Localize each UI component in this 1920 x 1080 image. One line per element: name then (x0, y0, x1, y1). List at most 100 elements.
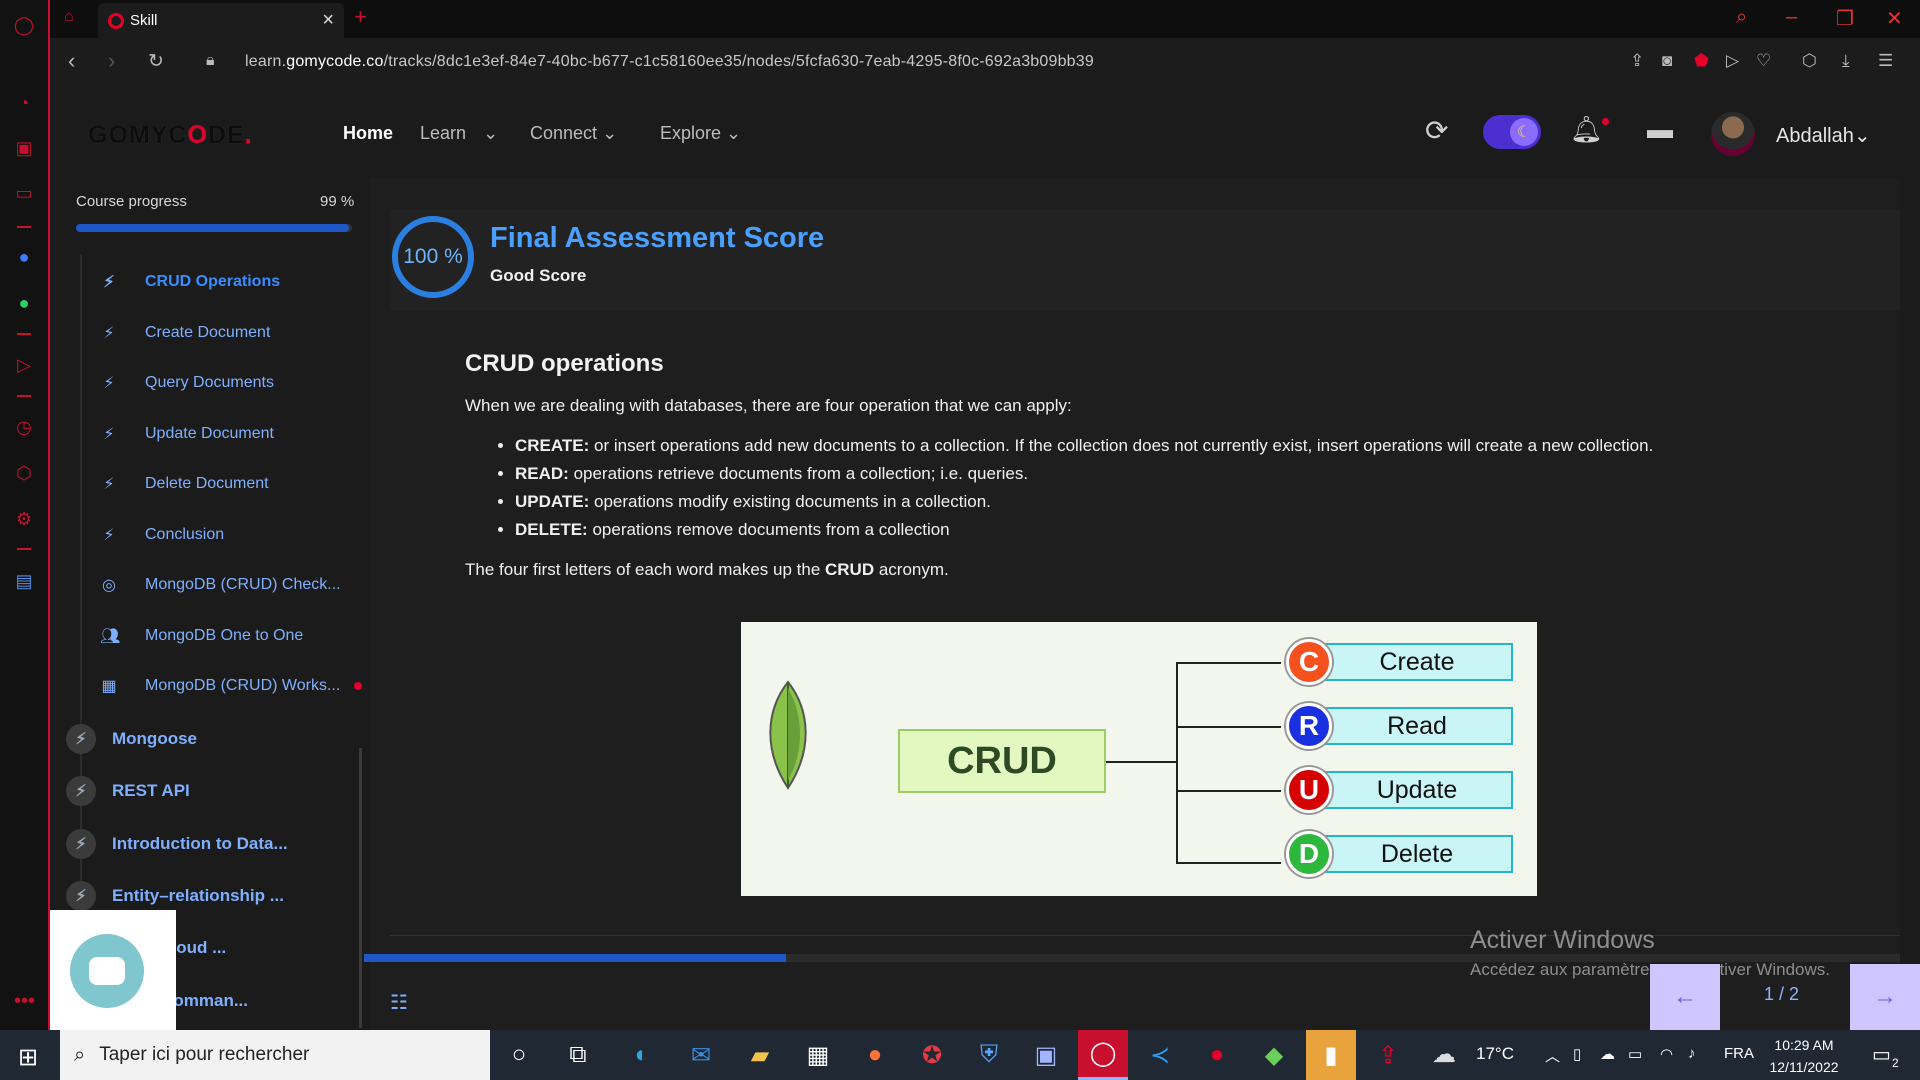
op-read-box: Read (1321, 707, 1513, 745)
dark-mode-toggle[interactable]: ☾ (1483, 115, 1541, 149)
cortana-icon[interactable]: ○ (494, 1030, 544, 1080)
url-field[interactable]: learn.gomycode.co/tracks/8dc1e3ef-84e7-4… (245, 53, 1094, 71)
language-indicator[interactable]: FRA (1724, 1045, 1754, 1062)
weather-cloud-icon[interactable]: ☁ (1432, 1040, 1456, 1069)
back-icon[interactable]: ‹ (68, 48, 75, 74)
bell-icon[interactable]: 🔔︎ (1570, 114, 1603, 145)
minimize-icon[interactable]: – (1786, 6, 1797, 29)
camera-icon[interactable]: ◙ (1662, 51, 1672, 71)
lesson-query-documents[interactable]: ⚡︎ Query Documents (100, 368, 274, 398)
user-menu[interactable]: Abdallah⌄ (1776, 123, 1871, 148)
close-window-icon[interactable]: ✕ (1886, 6, 1903, 31)
module-entity-relationship[interactable]: ⚡︎ Entity–relationship ... (66, 878, 284, 914)
nav-learn[interactable]: Learn ⌄ (420, 123, 498, 144)
module-rest-api[interactable]: ⚡︎ REST API (66, 773, 190, 809)
translate-icon[interactable]: ▤ (11, 568, 37, 594)
chat-launcher-button[interactable] (70, 934, 144, 1008)
forward-icon[interactable]: › (108, 48, 115, 74)
sidebar-scrollbar[interactable] (359, 748, 362, 1028)
adblock-icon[interactable]: ⬟ (1694, 51, 1709, 71)
score-subtitle: Good Score (490, 266, 587, 285)
nav-explore[interactable]: Explore ⌄ (660, 123, 741, 144)
outline-list-icon[interactable]: ☷ (390, 990, 408, 1015)
chat-icon[interactable]: ▬ (1647, 114, 1673, 145)
extensions-icon[interactable]: ⬡ (1802, 51, 1817, 71)
opera-taskbar-icon[interactable]: ◯ (1078, 1030, 1128, 1080)
avatar[interactable] (1711, 112, 1755, 156)
lesson-conclusion[interactable]: ⚡︎ Conclusion (100, 520, 224, 550)
module-introduction-to-data[interactable]: ⚡︎ Introduction to Data... (66, 826, 288, 862)
firefox-icon[interactable]: ● (850, 1030, 900, 1080)
content-progress-fill (364, 954, 787, 962)
module-mongoose[interactable]: ⚡︎ Mongoose (66, 721, 197, 757)
file-explorer-icon[interactable]: ▰ (735, 1030, 785, 1080)
op-create-circle: C (1286, 639, 1332, 685)
menu-icon[interactable]: ☰ (1878, 51, 1893, 71)
lesson-delete-document[interactable]: ⚡︎ Delete Document (100, 469, 268, 499)
player-icon[interactable]: ▷ (11, 352, 37, 378)
git-icon[interactable]: ◆ (1249, 1030, 1299, 1080)
opera-icon[interactable]: ● (1192, 1030, 1242, 1080)
lesson-crud-workshop[interactable]: ▦ MongoDB (CRUD) Works... (100, 671, 363, 701)
settings-icon[interactable]: ⚙ (11, 506, 37, 532)
messenger-icon[interactable]: ● (11, 244, 37, 270)
upload-app-icon[interactable]: ⇪ (1363, 1030, 1413, 1080)
history-icon[interactable]: ◷ (11, 414, 37, 440)
cube-icon[interactable]: ⬡ (11, 460, 37, 486)
store-icon[interactable]: ▦ (793, 1030, 843, 1080)
nav-home[interactable]: Home (343, 123, 393, 144)
page-indicator: 1 / 2 (1764, 984, 1800, 1004)
shield-app-icon[interactable]: ⛨ (964, 1030, 1014, 1080)
translator-icon[interactable]: ▣ (1021, 1030, 1071, 1080)
windows-start-icon[interactable]: ⊞ (18, 1043, 38, 1072)
more-icon[interactable]: ••• (14, 990, 35, 1013)
windows-activation-title: Activer Windows (1470, 926, 1655, 954)
heart-icon[interactable]: ♡ (1756, 51, 1771, 71)
lesson-one-to-one[interactable]: 👥︎ MongoDB One to One (100, 621, 303, 651)
twitch-icon[interactable]: ▭ (11, 180, 37, 206)
nav-connect[interactable]: Connect ⌄ (530, 123, 617, 144)
sync-icon[interactable]: ⟳ (1425, 114, 1448, 147)
notification-center-icon[interactable]: ▭ (1872, 1042, 1891, 1067)
onedrive-icon[interactable]: ☁ (1600, 1045, 1615, 1063)
speed-dial-icon[interactable]: ◔ (11, 90, 37, 116)
next-page-button[interactable]: → (1850, 964, 1920, 1030)
op-read-circle: R (1286, 703, 1332, 749)
reload-icon[interactable]: ↻ (148, 50, 164, 73)
wifi-icon[interactable]: ◠ (1660, 1045, 1673, 1063)
folder-app-icon[interactable]: ▮ (1306, 1030, 1356, 1080)
search-tabs-icon[interactable]: ⌕ (1736, 6, 1747, 29)
lesson-update-document[interactable]: ⚡︎ Update Document (100, 419, 274, 449)
send-icon[interactable]: ▷ (1726, 51, 1739, 71)
taskbar-search[interactable]: ⌕ Taper ici pour rechercher (60, 1030, 490, 1080)
tray-device-icon[interactable]: ▯ (1573, 1045, 1581, 1063)
briefcase-icon[interactable]: ▣ (11, 135, 37, 161)
lesson-crud-checkpoint[interactable]: ◎ MongoDB (CRUD) Check... (100, 570, 341, 600)
antivirus-icon[interactable]: ✪ (907, 1030, 957, 1080)
volume-icon[interactable]: ♪ (1688, 1045, 1696, 1062)
new-tab-icon[interactable]: + (354, 4, 367, 30)
download-icon[interactable]: ⤓ (1842, 51, 1850, 71)
tray-chevron-up-icon[interactable]: ︿ (1545, 1045, 1560, 1066)
battery-icon[interactable]: ▭ (1628, 1045, 1642, 1063)
prev-page-button[interactable]: ← (1650, 964, 1720, 1030)
lesson-create-document[interactable]: ⚡︎ Create Document (100, 318, 270, 348)
task-view-icon[interactable]: ⧉ (553, 1030, 603, 1080)
gamepad-icon[interactable]: ⌂ (64, 8, 74, 26)
bolt-icon: ⚡︎ (66, 776, 96, 806)
whatsapp-icon[interactable]: ● (11, 290, 37, 316)
restore-icon[interactable]: ❐ (1836, 6, 1854, 31)
weather-temp[interactable]: 17°C (1476, 1044, 1514, 1064)
gomycode-logo[interactable]: GOMYCODE. (88, 121, 253, 150)
lesson-crud-operations[interactable]: ⚡︎ CRUD Operations (100, 267, 280, 297)
tab-close-icon[interactable]: × (322, 9, 334, 32)
opera-icon[interactable]: ◯ (11, 12, 37, 38)
list-item: READ: operations retrieve documents from… (515, 460, 1865, 488)
vscode-icon[interactable]: ≺ (1135, 1030, 1185, 1080)
share-icon[interactable]: ⇪ (1630, 51, 1644, 71)
tab-active[interactable]: Skill × (98, 3, 344, 38)
system-clock[interactable]: 10:29 AM 12/11/2022 (1762, 1034, 1846, 1078)
clock-date: 12/11/2022 (1769, 1059, 1839, 1075)
edge-icon[interactable]: ◐ (617, 1030, 667, 1080)
mail-icon[interactable]: ✉ (676, 1030, 726, 1080)
